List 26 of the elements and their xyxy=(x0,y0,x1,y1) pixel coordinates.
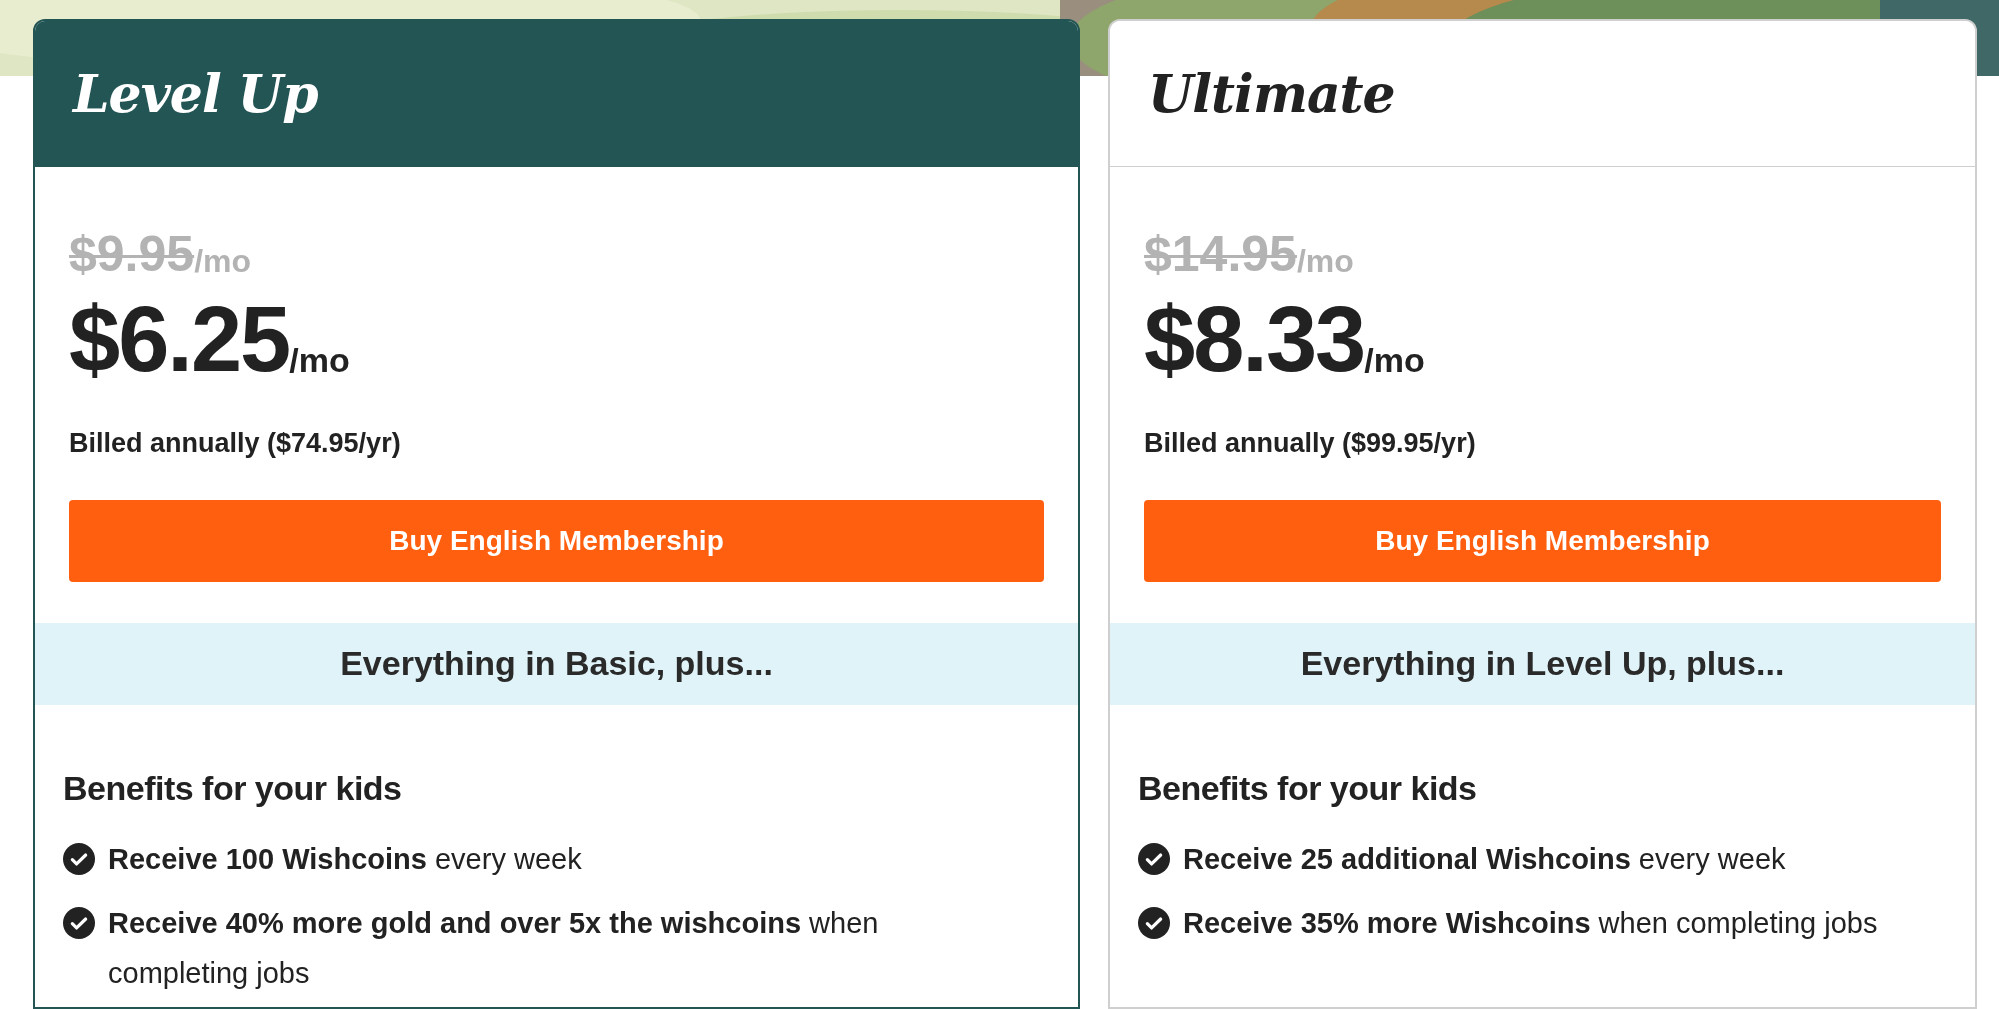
buy-button[interactable]: Buy English Membership xyxy=(1144,499,1941,582)
price-unit: /mo xyxy=(289,343,350,377)
intro-text: Everything in Basic, plus... xyxy=(340,643,773,684)
check-circle-icon xyxy=(1138,906,1170,939)
billing-note: Billed annually ($74.95/yr) xyxy=(69,427,402,460)
intro-text: Everything in Level Up, plus... xyxy=(1300,643,1785,684)
check-circle-icon xyxy=(63,842,95,875)
section-heading: Benefits for your kids xyxy=(1138,767,1478,809)
benefit-text: Receive 100 Wishcoins every week xyxy=(108,841,583,877)
original-price: $14.95 xyxy=(1144,229,1297,279)
check-circle-icon xyxy=(1138,842,1170,875)
benefit-text: Receive 25 additional Wishcoins every week xyxy=(1183,841,1787,877)
billing-note: Billed annually ($99.95/yr) xyxy=(1144,427,1477,460)
benefit-text: Receive 40% more gold and over 5x the wishcoins when completing jobs xyxy=(108,905,880,991)
original-price-unit: /mo xyxy=(194,245,251,277)
original-price-unit: /mo xyxy=(1296,245,1354,277)
buy-button[interactable]: Buy English Membership xyxy=(69,499,1044,582)
price-unit: /mo xyxy=(1364,343,1425,377)
benefit-text: Receive 35% more Wishcoins when completing jobs xyxy=(1183,905,1879,941)
price: $8.33 xyxy=(1144,293,1365,385)
plan-title: Level Up xyxy=(73,62,318,126)
original-price: $9.95 xyxy=(69,229,195,279)
plan-title: Ultimate xyxy=(1148,61,1395,126)
section-heading: Benefits for your kids xyxy=(63,767,403,809)
price: $6.25 xyxy=(69,293,290,385)
check-circle-icon xyxy=(63,906,95,939)
